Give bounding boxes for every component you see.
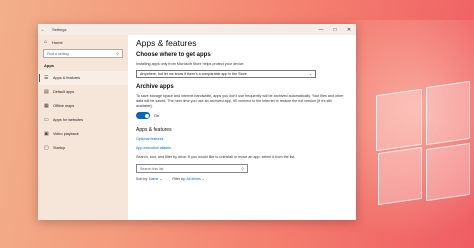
web-apps-icon: ▭ (44, 117, 49, 123)
back-arrow-icon[interactable]: ← (38, 27, 48, 33)
sort-filter-bar: Sort by: Name ⌄ Filter by: All drives ⌄ (136, 177, 348, 181)
windows-logo-pane (426, 142, 470, 202)
chevron-down-icon: ⌄ (308, 72, 312, 76)
app-list-search-input[interactable]: Search this list ⚲ (136, 164, 248, 173)
sort-by-control[interactable]: Sort by: Name ⌄ (136, 177, 162, 181)
settings-window: ← Settings — □ ✕ ⌂ Home Find a setting ⚲… (38, 24, 356, 220)
window-title: Settings (52, 27, 67, 32)
sidebar-item-label: Apps & features (53, 76, 81, 80)
sidebar-item-default-apps[interactable]: ▤ Default apps (38, 85, 128, 99)
page-title: Apps & features (136, 38, 197, 48)
default-apps-icon: ▤ (44, 89, 49, 95)
sidebar-item-label: Startup (53, 146, 66, 150)
title-bar: ← Settings — □ ✕ (38, 24, 356, 35)
home-icon: ⌂ (44, 39, 48, 45)
sidebar-item-label: Default apps (53, 90, 75, 94)
search-icon: ⚲ (241, 166, 244, 171)
apps-features-description: Search, sort, and filter by drive. If yo… (136, 155, 296, 159)
get-apps-heading: Choose where to get apps (136, 52, 211, 58)
app-source-dropdown[interactable]: Anywhere, but let me know if there's a c… (136, 70, 316, 78)
sort-by-value: Name (149, 177, 159, 181)
chevron-down-icon: ⌄ (159, 177, 163, 181)
app-list-search-placeholder: Search this list (140, 166, 164, 171)
archive-toggle-row: On (136, 112, 348, 119)
map-icon: ▦ (44, 103, 49, 109)
archive-apps-toggle[interactable] (136, 112, 150, 119)
main-content: Apps & features Choose where to get apps… (128, 35, 356, 220)
app-execution-aliases-link[interactable]: App execution aliases (136, 146, 348, 150)
search-icon: ⚲ (116, 51, 119, 56)
settings-search-input[interactable]: Find a setting ⚲ (43, 49, 123, 58)
sort-by-label: Sort by: (136, 177, 149, 181)
windows-logo-pane (376, 88, 422, 152)
sidebar-item-startup[interactable]: ▢ Startup (38, 141, 128, 155)
filter-by-control[interactable]: Filter by: All drives ⌄ (172, 177, 204, 181)
sidebar-item-label: Apps for websites (53, 118, 83, 122)
archive-toggle-label: On (154, 113, 160, 118)
apps-list-icon: ☰ (44, 75, 49, 81)
filter-by-value: All drives (186, 177, 201, 181)
maximize-icon[interactable]: □ (328, 27, 342, 33)
close-icon[interactable]: ✕ (342, 27, 356, 33)
startup-icon: ▢ (44, 145, 49, 151)
windows-logo-pane (426, 80, 470, 146)
sidebar-item-label: Video playback (53, 132, 79, 136)
chevron-down-icon: ⌄ (201, 177, 205, 181)
windows-logo-pane (378, 146, 422, 206)
settings-search-placeholder: Find a setting (47, 51, 69, 56)
archive-description: To save storage space and internet bandw… (136, 94, 344, 108)
app-source-value: Anywhere, but let me know if there's a c… (140, 72, 247, 76)
sidebar-home-label: Home (52, 39, 63, 45)
archive-heading: Archive apps (136, 84, 174, 90)
filter-by-label: Filter by: (172, 177, 186, 181)
sidebar-item-apps-for-websites[interactable]: ▭ Apps for websites (38, 113, 128, 127)
sidebar-item-label: Offline maps (53, 104, 75, 108)
minimize-icon[interactable]: — (314, 27, 328, 33)
sidebar-item-offline-maps[interactable]: ▦ Offline maps (38, 99, 128, 113)
sidebar-item-apps-features[interactable]: ☰ Apps & features (38, 71, 128, 85)
apps-features-heading: Apps & features (136, 127, 172, 133)
sidebar-item-video-playback[interactable]: ▣ Video playback (38, 127, 128, 141)
sidebar-home[interactable]: ⌂ Home (38, 37, 128, 47)
sidebar-section-title: Apps (44, 63, 54, 68)
sidebar: ⌂ Home Find a setting ⚲ Apps ☰ Apps & fea… (38, 35, 128, 220)
optional-features-link[interactable]: Optional features (136, 137, 348, 141)
get-apps-description: Installing apps only from Microsoft Stor… (136, 62, 245, 66)
video-icon: ▣ (44, 131, 49, 137)
